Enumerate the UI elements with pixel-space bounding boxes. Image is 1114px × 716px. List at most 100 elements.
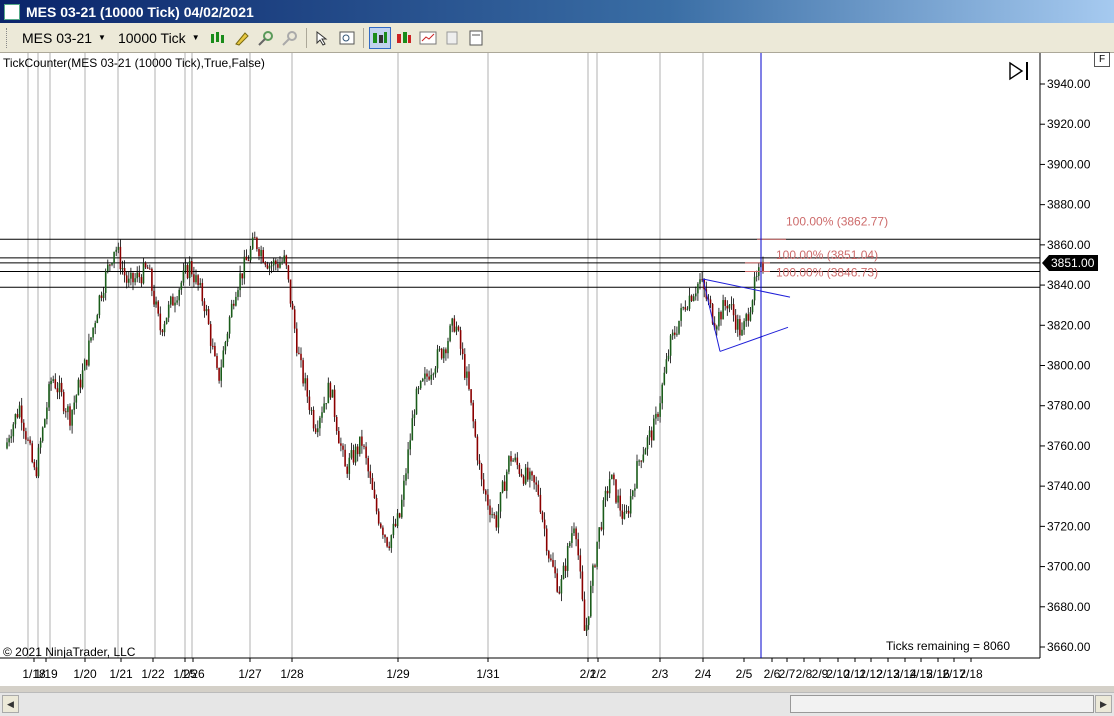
candle-body (319, 417, 321, 429)
candle-body (174, 302, 176, 306)
instrument-selector[interactable]: MES 03-21 ▼ (16, 27, 112, 49)
candle-body (724, 300, 726, 306)
candle-body (573, 528, 575, 534)
scroll-right-icon[interactable]: ▶ (1095, 695, 1112, 713)
candle-body (478, 460, 481, 464)
candle-body (54, 379, 57, 389)
candle-body (388, 546, 390, 548)
candle-body (134, 278, 136, 283)
f-button[interactable]: F (1094, 52, 1110, 67)
candle-body (590, 585, 592, 617)
candle-body (157, 301, 159, 314)
candle-body (432, 374, 435, 376)
candle-body (331, 389, 334, 398)
candle-body (482, 479, 485, 491)
drawing-tool-button[interactable] (231, 27, 253, 49)
candle-body (730, 304, 733, 306)
candle-body (669, 335, 672, 356)
properties-button[interactable] (441, 27, 463, 49)
indicators-button[interactable] (393, 27, 415, 49)
candle-body (384, 534, 386, 538)
candle-body (560, 579, 563, 594)
candle-body (529, 471, 531, 480)
pointer-icon (316, 30, 328, 46)
chart-panel[interactable]: 1/18 1/19 1/20 1/21 1/22 1/25 1/26 1/27 1/28 1/29… (0, 53, 1114, 686)
candle-body (317, 428, 319, 433)
candle-body (487, 494, 489, 506)
candle-body (480, 463, 483, 480)
candle-body (205, 309, 208, 312)
window-title: MES 03-21 (10000 Tick) 04/02/2021 (26, 3, 254, 20)
properties-icon (446, 31, 458, 44)
candle-body (170, 296, 172, 305)
candle-body (634, 488, 636, 491)
candle-body (451, 318, 453, 326)
data-series-button[interactable] (368, 26, 391, 49)
candle-body (644, 449, 647, 455)
candle-body (285, 255, 288, 266)
candle-body (625, 510, 628, 513)
candle-body (579, 555, 582, 572)
candle-body (684, 307, 687, 310)
toolbar-grip[interactable] (6, 27, 10, 48)
candle-body (545, 528, 548, 552)
horizontal-scrollbar[interactable]: ◀ ▶ (0, 692, 1114, 716)
candle-body (403, 480, 405, 500)
x-tick-label: 1/20 (73, 667, 97, 681)
candle-body (314, 428, 317, 433)
toolbar-separator (362, 27, 364, 48)
candle-body (149, 268, 151, 270)
candle-body (291, 303, 294, 310)
search-button[interactable] (336, 27, 358, 49)
candle-body (592, 565, 594, 586)
chart-trader-button[interactable] (465, 27, 487, 49)
candle-body (10, 436, 12, 439)
price-chart[interactable]: 1/181/19 1/20 1/21 1/22 1/251/26 1/27 1/28 1/29… (0, 53, 1114, 686)
candle-body (121, 268, 124, 270)
candle-body (732, 304, 735, 316)
candle-body (661, 384, 663, 404)
candle-body (251, 237, 254, 249)
candle-body (657, 413, 659, 417)
zoom-out-button[interactable] (279, 27, 301, 49)
candle-body (14, 414, 17, 425)
candle-body (27, 439, 29, 441)
plot-area[interactable] (0, 53, 1040, 659)
candle-body (224, 342, 227, 351)
candle-body (350, 450, 353, 458)
candle-body (98, 295, 101, 316)
candle-body (342, 445, 344, 450)
candle-body (445, 349, 447, 354)
indicators-icon (396, 31, 411, 43)
candle-body (296, 328, 298, 353)
candle-body (363, 445, 365, 447)
scroll-left-icon[interactable]: ◀ (2, 695, 19, 713)
candle-body (258, 249, 260, 257)
candle-body (306, 378, 309, 397)
candle-body (325, 403, 327, 405)
strategies-button[interactable] (417, 27, 439, 49)
candle-body (369, 471, 372, 478)
candle-body (541, 512, 544, 520)
candle-body (665, 359, 668, 373)
candle-body (619, 495, 621, 511)
candle-body (346, 466, 348, 474)
candle-body (260, 249, 262, 257)
candle-body (382, 527, 384, 535)
zoom-in-button[interactable] (255, 27, 277, 49)
candle-body (361, 436, 363, 446)
candle-body (159, 313, 162, 331)
pointer-button[interactable] (312, 27, 334, 49)
candle-body (575, 528, 577, 540)
candle-body (512, 460, 514, 462)
x-tick-label: 2/2 (590, 667, 607, 681)
candle-body (535, 482, 537, 485)
interval-selector[interactable]: 10000 Tick ▼ (112, 27, 206, 49)
candle-body (531, 471, 533, 476)
candle-body (709, 299, 712, 304)
candle-body (464, 354, 466, 378)
scrollbar-thumb[interactable] (790, 695, 1094, 713)
x-tick-label: 2/7 (779, 667, 796, 681)
bar-type-button[interactable] (207, 27, 229, 49)
candle-body (39, 440, 42, 448)
